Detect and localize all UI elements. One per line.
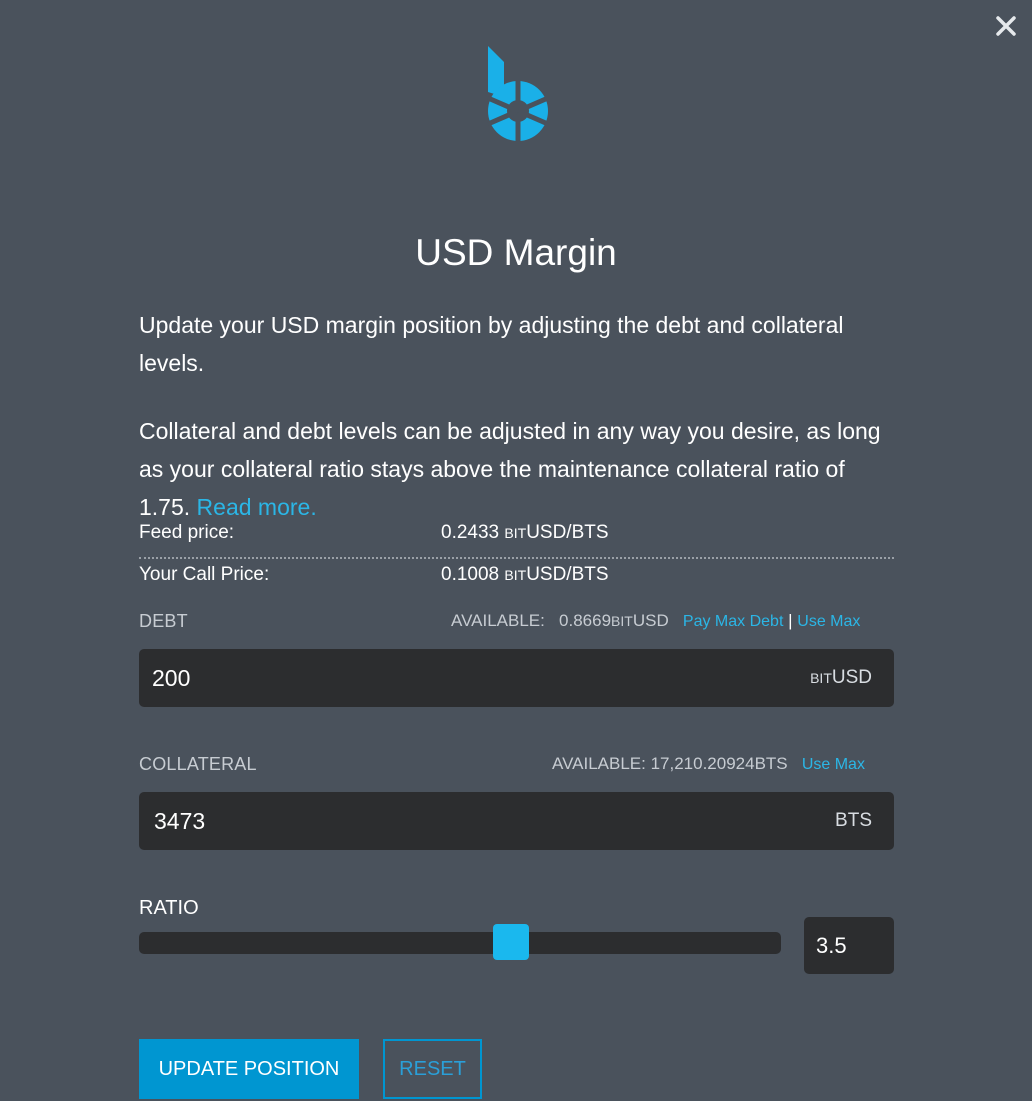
reset-button[interactable]: RESET — [383, 1039, 482, 1099]
feed-price-row: Feed price: 0.2433 BITUSD/BTS — [139, 522, 894, 552]
link-separator: | — [788, 611, 793, 630]
update-position-button[interactable]: UPDATE POSITION — [139, 1039, 359, 1099]
debt-unit-label: USD — [831, 667, 872, 688]
feed-price-unit: USD/BTS — [526, 522, 609, 543]
divider — [139, 557, 894, 559]
debt-input-value[interactable]: 200 — [152, 649, 190, 707]
debt-input[interactable]: 200 BITUSD — [139, 649, 894, 707]
description-paragraph: Collateral and debt levels can be adjust… — [139, 412, 894, 526]
ratio-slider[interactable] — [139, 924, 781, 960]
collateral-label: COLLATERAL — [139, 754, 257, 774]
collateral-input-value[interactable]: 3473 — [154, 792, 205, 850]
debt-available-label: AVAILABLE: — [451, 611, 545, 630]
debt-unit: BITUSD — [810, 649, 872, 707]
ratio-input[interactable]: 3.5 — [804, 917, 894, 974]
call-price-row: Your Call Price: 0.1008 BITUSD/BTS — [139, 564, 894, 594]
intro-text: Update your USD margin position by adjus… — [139, 312, 844, 376]
collateral-input[interactable]: 3473 BTS — [139, 792, 894, 850]
close-button[interactable] — [994, 14, 1018, 38]
bitshares-logo — [484, 42, 552, 144]
collateral-unit: BTS — [835, 810, 872, 831]
call-price-label: Your Call Price: — [139, 564, 270, 585]
collateral-available: AVAILABLE: 17,210.20924BTS Use Max — [552, 754, 865, 774]
debt-unit-prefix: BIT — [810, 670, 832, 686]
debt-use-max-link[interactable]: Use Max — [797, 613, 860, 630]
feed-price-label: Feed price: — [139, 522, 235, 543]
ratio-slider-thumb[interactable] — [493, 924, 530, 960]
debt-available: AVAILABLE: 0.8669BITUSD Pay Max Debt | U… — [451, 611, 860, 631]
modal-title: USD Margin — [415, 232, 617, 273]
close-icon — [996, 16, 1016, 36]
feed-price-value: 0.2433 BITUSD/BTS — [441, 522, 609, 544]
read-more-link[interactable]: Read more. — [197, 494, 317, 520]
pay-max-debt-link[interactable]: Pay Max Debt — [683, 613, 783, 630]
collateral-use-max-link[interactable]: Use Max — [802, 756, 865, 773]
feed-price-number: 0.2433 — [441, 522, 500, 543]
debt-label: DEBT — [139, 611, 188, 631]
call-price-unit: USD/BTS — [526, 564, 609, 585]
ratio-label: RATIO — [139, 897, 199, 919]
debt-available-value: 0.8669 — [559, 611, 612, 630]
call-price-unit-prefix: BIT — [504, 567, 527, 583]
debt-available-unit: USD — [632, 611, 669, 630]
feed-price-unit-prefix: BIT — [504, 525, 527, 541]
collateral-available-text: AVAILABLE: 17,210.20924BTS — [552, 754, 788, 773]
debt-available-prefix: BIT — [611, 613, 633, 629]
call-price-value: 0.1008 BITUSD/BTS — [441, 564, 609, 586]
bitshares-logo-icon — [487, 46, 549, 144]
call-price-number: 0.1008 — [441, 564, 500, 585]
